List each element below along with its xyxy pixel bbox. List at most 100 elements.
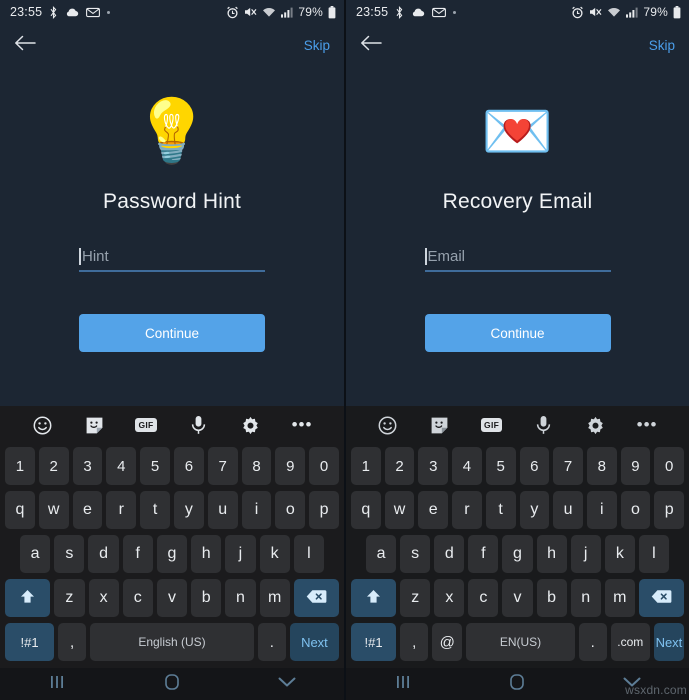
key-n[interactable]: n — [225, 579, 256, 617]
key-d[interactable]: d — [88, 535, 119, 573]
key-0[interactable]: 0 — [654, 447, 685, 485]
more-options-icon[interactable]: ••• — [621, 416, 673, 433]
key-3[interactable]: 3 — [72, 447, 103, 485]
key-g[interactable]: g — [502, 535, 533, 573]
key-v[interactable]: v — [156, 579, 188, 617]
key-3[interactable]: 3 — [418, 447, 449, 485]
key-s[interactable]: s — [400, 535, 431, 573]
key-1[interactable]: 1 — [350, 447, 381, 485]
space-key[interactable]: EN(US) — [466, 623, 575, 661]
key-j[interactable]: j — [225, 535, 256, 573]
key-k[interactable]: k — [604, 535, 635, 573]
next-key[interactable]: Next — [653, 623, 684, 661]
key-4[interactable]: 4 — [106, 447, 137, 485]
key-t[interactable]: t — [485, 491, 516, 529]
key-x[interactable]: x — [434, 579, 465, 617]
key-k[interactable]: k — [259, 535, 290, 573]
key-h[interactable]: h — [191, 535, 222, 573]
shift-key[interactable] — [5, 579, 51, 617]
shift-key[interactable] — [351, 579, 397, 617]
key-m[interactable]: m — [604, 579, 635, 617]
key-6[interactable]: 6 — [519, 447, 550, 485]
emoji-icon[interactable] — [16, 416, 68, 435]
hide-keyboard-button[interactable] — [608, 675, 656, 693]
key-r[interactable]: r — [106, 491, 137, 529]
key-9[interactable]: 9 — [620, 447, 651, 485]
key-c[interactable]: c — [468, 579, 499, 617]
key-1[interactable]: 1 — [5, 447, 35, 485]
key-x[interactable]: x — [88, 579, 119, 617]
key-i[interactable]: i — [241, 491, 272, 529]
microphone-icon[interactable] — [517, 415, 569, 435]
key-f[interactable]: f — [468, 535, 499, 573]
key-2[interactable]: 2 — [38, 447, 69, 485]
key-l[interactable]: l — [638, 535, 669, 573]
key-o[interactable]: o — [275, 491, 306, 529]
key-b[interactable]: b — [191, 579, 222, 617]
key-t[interactable]: t — [140, 491, 170, 529]
key-5[interactable]: 5 — [140, 447, 170, 485]
key-p[interactable]: p — [654, 491, 685, 529]
gif-icon[interactable]: GIF — [120, 418, 172, 432]
backspace-key[interactable] — [293, 579, 340, 617]
dotcom-key[interactable]: .com — [610, 623, 650, 661]
key-g[interactable]: g — [156, 535, 188, 573]
symbols-key[interactable]: !#1 — [351, 623, 397, 661]
key-e[interactable]: e — [418, 491, 449, 529]
key-7[interactable]: 7 — [553, 447, 583, 485]
key-q[interactable]: q — [350, 491, 381, 529]
key-e[interactable]: e — [72, 491, 103, 529]
key-f[interactable]: f — [122, 535, 153, 573]
key-a[interactable]: a — [20, 535, 51, 573]
key-q[interactable]: q — [5, 491, 35, 529]
sticker-icon[interactable] — [414, 416, 466, 435]
hide-keyboard-button[interactable] — [263, 675, 311, 693]
key-5[interactable]: 5 — [485, 447, 516, 485]
key-s[interactable]: s — [54, 535, 85, 573]
recents-button[interactable] — [33, 675, 81, 694]
key-p[interactable]: p — [309, 491, 339, 529]
continue-button[interactable]: Continue — [424, 314, 611, 352]
hint-input[interactable]: Hint — [79, 248, 265, 272]
key-n[interactable]: n — [570, 579, 601, 617]
key-4[interactable]: 4 — [452, 447, 482, 485]
back-button[interactable] — [358, 32, 384, 58]
key-8[interactable]: 8 — [586, 447, 617, 485]
key-u[interactable]: u — [553, 491, 583, 529]
symbols-key[interactable]: !#1 — [5, 623, 55, 661]
key-8[interactable]: 8 — [241, 447, 272, 485]
comma-key[interactable]: , — [400, 623, 429, 661]
email-input[interactable]: Email — [424, 248, 611, 272]
continue-button[interactable]: Continue — [79, 314, 265, 352]
key-7[interactable]: 7 — [207, 447, 238, 485]
home-button[interactable] — [493, 673, 541, 695]
emoji-icon[interactable] — [362, 416, 414, 435]
key-u[interactable]: u — [207, 491, 238, 529]
key-0[interactable]: 0 — [309, 447, 339, 485]
key-z[interactable]: z — [54, 579, 85, 617]
backspace-key[interactable] — [638, 579, 684, 617]
skip-button[interactable]: Skip — [649, 38, 675, 53]
next-key[interactable]: Next — [289, 623, 339, 661]
key-d[interactable]: d — [434, 535, 465, 573]
gif-icon[interactable]: GIF — [466, 418, 518, 432]
key-j[interactable]: j — [570, 535, 601, 573]
back-button[interactable] — [12, 32, 38, 58]
key-y[interactable]: y — [174, 491, 204, 529]
microphone-icon[interactable] — [172, 415, 224, 435]
more-options-icon[interactable]: ••• — [276, 416, 328, 433]
key-2[interactable]: 2 — [384, 447, 415, 485]
key-w[interactable]: w — [384, 491, 415, 529]
key-h[interactable]: h — [536, 535, 567, 573]
space-key[interactable]: English (US) — [90, 623, 254, 661]
recents-button[interactable] — [379, 675, 427, 694]
key-o[interactable]: o — [620, 491, 651, 529]
at-key[interactable]: @ — [432, 623, 463, 661]
key-a[interactable]: a — [366, 535, 397, 573]
comma-key[interactable]: , — [58, 623, 87, 661]
key-l[interactable]: l — [293, 535, 324, 573]
key-y[interactable]: y — [519, 491, 550, 529]
key-6[interactable]: 6 — [174, 447, 204, 485]
period-key[interactable]: . — [257, 623, 286, 661]
key-w[interactable]: w — [38, 491, 69, 529]
